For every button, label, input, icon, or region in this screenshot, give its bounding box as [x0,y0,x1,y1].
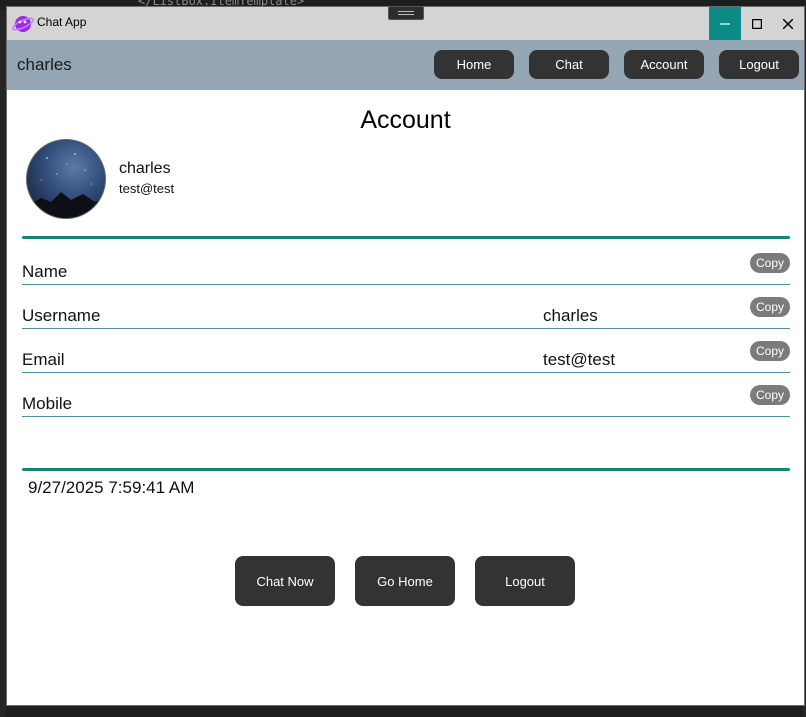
go-home-button[interactable]: Go Home [355,556,455,606]
avatar [26,139,106,219]
copy-mobile-button[interactable]: Copy [750,385,790,405]
top-navbar: charles Home Chat Account Logout [7,40,804,90]
top-divider [22,236,790,239]
close-button[interactable] [772,7,804,40]
navbar-username: charles [17,55,72,74]
copy-email-button[interactable]: Copy [750,341,790,361]
drag-handle-icon[interactable] [388,6,424,20]
field-row-name: Name Copy [22,240,790,285]
nav-logout-button[interactable]: Logout [719,50,799,79]
logout-button[interactable]: Logout [475,556,575,606]
bottom-divider [22,468,790,471]
field-value: charles [543,306,598,325]
maximize-button[interactable] [741,7,773,40]
profile-name: charles [119,160,171,177]
page-title: Account [360,106,451,134]
profile-email: test@test [119,181,175,196]
copy-username-button[interactable]: Copy [750,297,790,317]
field-label: Email [22,350,65,369]
field-label: Username [22,306,101,325]
field-row-mobile: Mobile Copy [22,372,790,417]
maximize-icon [752,18,762,29]
nav-chat-button[interactable]: Chat [529,50,609,79]
avatar-image [27,153,105,218]
copy-name-button[interactable]: Copy [750,253,790,273]
field-value: test@test [543,350,616,369]
field-row-username: Username charles Copy [22,284,790,329]
window-title: Chat App [37,15,87,29]
close-icon [783,18,793,29]
chat-now-button[interactable]: Chat Now [235,556,335,606]
minimize-icon [720,22,730,25]
minimize-button[interactable] [709,7,741,40]
field-label: Name [22,262,68,281]
field-row-email: Email test@test Copy [22,328,790,373]
nav-home-button[interactable]: Home [434,50,514,79]
nav-account-button[interactable]: Account [624,50,704,79]
field-label: Mobile [22,394,73,413]
app-logo-icon [12,16,34,32]
timestamp: 9/27/2025 7:59:41 AM [28,478,195,497]
chat-app-window: Chat App charles Home Chat Account Logou… [6,6,805,706]
